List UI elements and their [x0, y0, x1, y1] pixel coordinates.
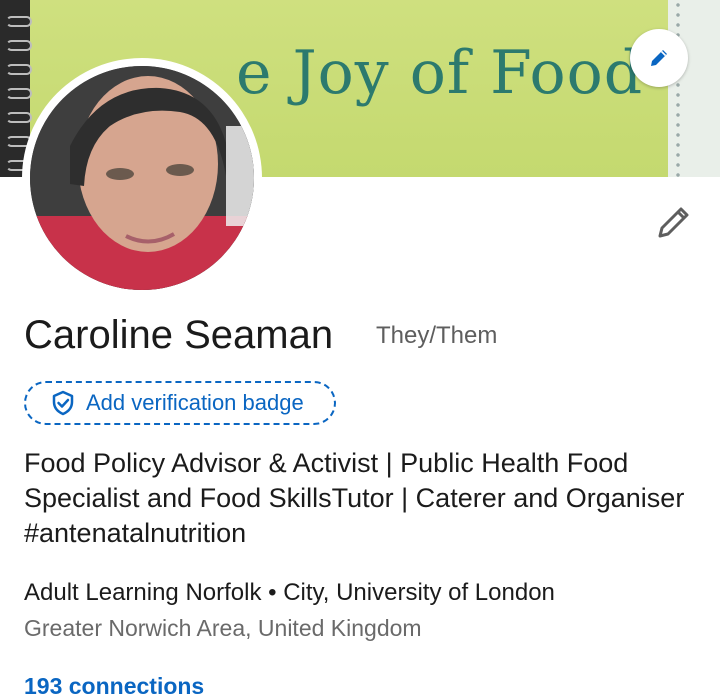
connections-link[interactable]: 193 connections [24, 673, 204, 700]
edit-banner-button[interactable] [630, 29, 688, 87]
profile-avatar[interactable] [22, 58, 262, 298]
add-verification-badge-button[interactable]: Add verification badge [24, 381, 336, 425]
avatar-portrait [30, 66, 254, 290]
banner-dots [674, 0, 682, 177]
profile-name: Caroline Seaman [24, 313, 334, 357]
profile-headline: Food Policy Advisor & Activist | Public … [24, 448, 685, 548]
profile-pronouns: They/Them [376, 322, 498, 349]
pencil-icon [651, 50, 667, 66]
avatar-photo [30, 66, 254, 290]
profile-experience[interactable]: Adult Learning Norfolk • City, Universit… [24, 579, 555, 607]
edit-profile-pencil-icon[interactable] [654, 202, 694, 242]
shield-check-icon [52, 390, 74, 416]
verification-badge-label: Add verification badge [86, 390, 304, 415]
banner-text: e Joy of Food [236, 38, 644, 108]
profile-location: Greater Norwich Area, United Kingdom [24, 615, 422, 641]
